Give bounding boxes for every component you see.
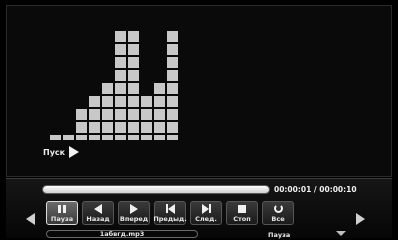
spectrum-cell — [141, 109, 152, 120]
spectrum-cell — [89, 96, 100, 107]
next-button[interactable]: След. — [190, 201, 222, 225]
spectrum-cell — [76, 135, 87, 140]
spectrum-cell — [167, 57, 178, 68]
spectrum-cell — [115, 57, 126, 68]
rewind-button-label: Назад — [86, 214, 110, 223]
spectrum-cell — [115, 44, 126, 55]
spectrum-cell — [141, 122, 152, 133]
progress-fill — [43, 186, 269, 193]
spectrum-cell — [128, 135, 139, 140]
spectrum-bars — [50, 31, 178, 140]
spectrum-cell — [141, 135, 152, 140]
spectrum-cell — [128, 57, 139, 68]
filename-display: 1абвгд.mp3 — [46, 230, 198, 238]
spectrum-cell — [128, 44, 139, 55]
spectrum-cell — [115, 135, 126, 140]
spectrum-cell — [128, 70, 139, 81]
spectrum-cell — [102, 135, 113, 140]
spectrum-cell — [50, 135, 61, 140]
spectrum-cell — [154, 83, 165, 94]
spectrum-cell — [89, 109, 100, 120]
spectrum-cell — [63, 135, 74, 140]
spectrum-cell — [128, 122, 139, 133]
spectrum-cell — [115, 96, 126, 107]
spectrum-cell — [128, 83, 139, 94]
spectrum-cell — [154, 109, 165, 120]
spectrum-cell — [102, 96, 113, 107]
pause-button-label: Пауза — [50, 214, 74, 223]
repeat-all-button[interactable]: Все — [262, 201, 294, 225]
spectrum-cell — [167, 96, 178, 107]
spectrum-cell — [128, 109, 139, 120]
next-button-label: След. — [195, 214, 217, 223]
play-state-label: Пуск — [43, 147, 66, 157]
spectrum-cell — [102, 109, 113, 120]
previous-button[interactable]: Предыд. — [153, 201, 187, 225]
play-state-indicator: Пуск — [43, 146, 80, 158]
down-arrow-icon[interactable] — [336, 231, 346, 236]
control-panel: 00:00:01 / 00:00:10 Пауза Назад Вперед П… — [6, 178, 392, 239]
spectrum-cell — [141, 96, 152, 107]
stop-icon — [238, 204, 246, 214]
skip-previous-icon — [165, 203, 175, 214]
spectrum-cell — [102, 122, 113, 133]
spectrum-cell — [167, 70, 178, 81]
spectrum-cell — [102, 83, 113, 94]
repeat-all-icon — [273, 204, 283, 214]
spectrum-cell — [167, 135, 178, 140]
stop-button[interactable]: Стоп — [226, 201, 258, 225]
rewind-icon — [94, 203, 102, 214]
spectrum-visualizer — [49, 30, 189, 140]
playback-state-label: Пауза — [268, 231, 291, 239]
transport-buttons: Пауза Назад Вперед Предыд. След. Стоп Вс… — [46, 201, 294, 225]
play-icon — [69, 146, 80, 158]
stop-button-label: Стоп — [233, 214, 251, 223]
visualizer-area: Пуск — [6, 5, 392, 177]
pause-button[interactable]: Пауза — [46, 201, 78, 225]
spectrum-cell — [128, 31, 139, 42]
spectrum-cell — [167, 122, 178, 133]
spectrum-cell — [154, 96, 165, 107]
repeat-all-button-label: Все — [271, 214, 285, 223]
spectrum-cell — [115, 83, 126, 94]
spectrum-cell — [89, 135, 100, 140]
filename-label: 1абвгд.mp3 — [99, 230, 145, 238]
spectrum-cell — [115, 31, 126, 42]
spectrum-cell — [115, 122, 126, 133]
spectrum-cell — [154, 135, 165, 140]
spectrum-cell — [115, 109, 126, 120]
pause-icon — [58, 204, 66, 214]
previous-button-label: Предыд. — [153, 214, 187, 223]
spectrum-cell — [89, 122, 100, 133]
time-display: 00:00:01 / 00:00:10 — [274, 185, 357, 194]
spectrum-cell — [115, 70, 126, 81]
spectrum-cell — [154, 122, 165, 133]
spectrum-cell — [167, 109, 178, 120]
skip-next-icon — [201, 203, 211, 214]
spectrum-cell — [76, 122, 87, 133]
right-arrow-icon[interactable] — [356, 213, 365, 225]
spectrum-cell — [167, 31, 178, 42]
rewind-button[interactable]: Назад — [82, 201, 114, 225]
fast-forward-button[interactable]: Вперед — [118, 201, 150, 225]
spectrum-cell — [128, 96, 139, 107]
left-arrow-icon[interactable] — [26, 213, 35, 225]
fast-forward-icon — [130, 203, 138, 214]
spectrum-cell — [167, 44, 178, 55]
progress-bar[interactable] — [42, 185, 270, 194]
fast-forward-button-label: Вперед — [119, 214, 149, 223]
spectrum-cell — [76, 109, 87, 120]
spectrum-cell — [167, 83, 178, 94]
